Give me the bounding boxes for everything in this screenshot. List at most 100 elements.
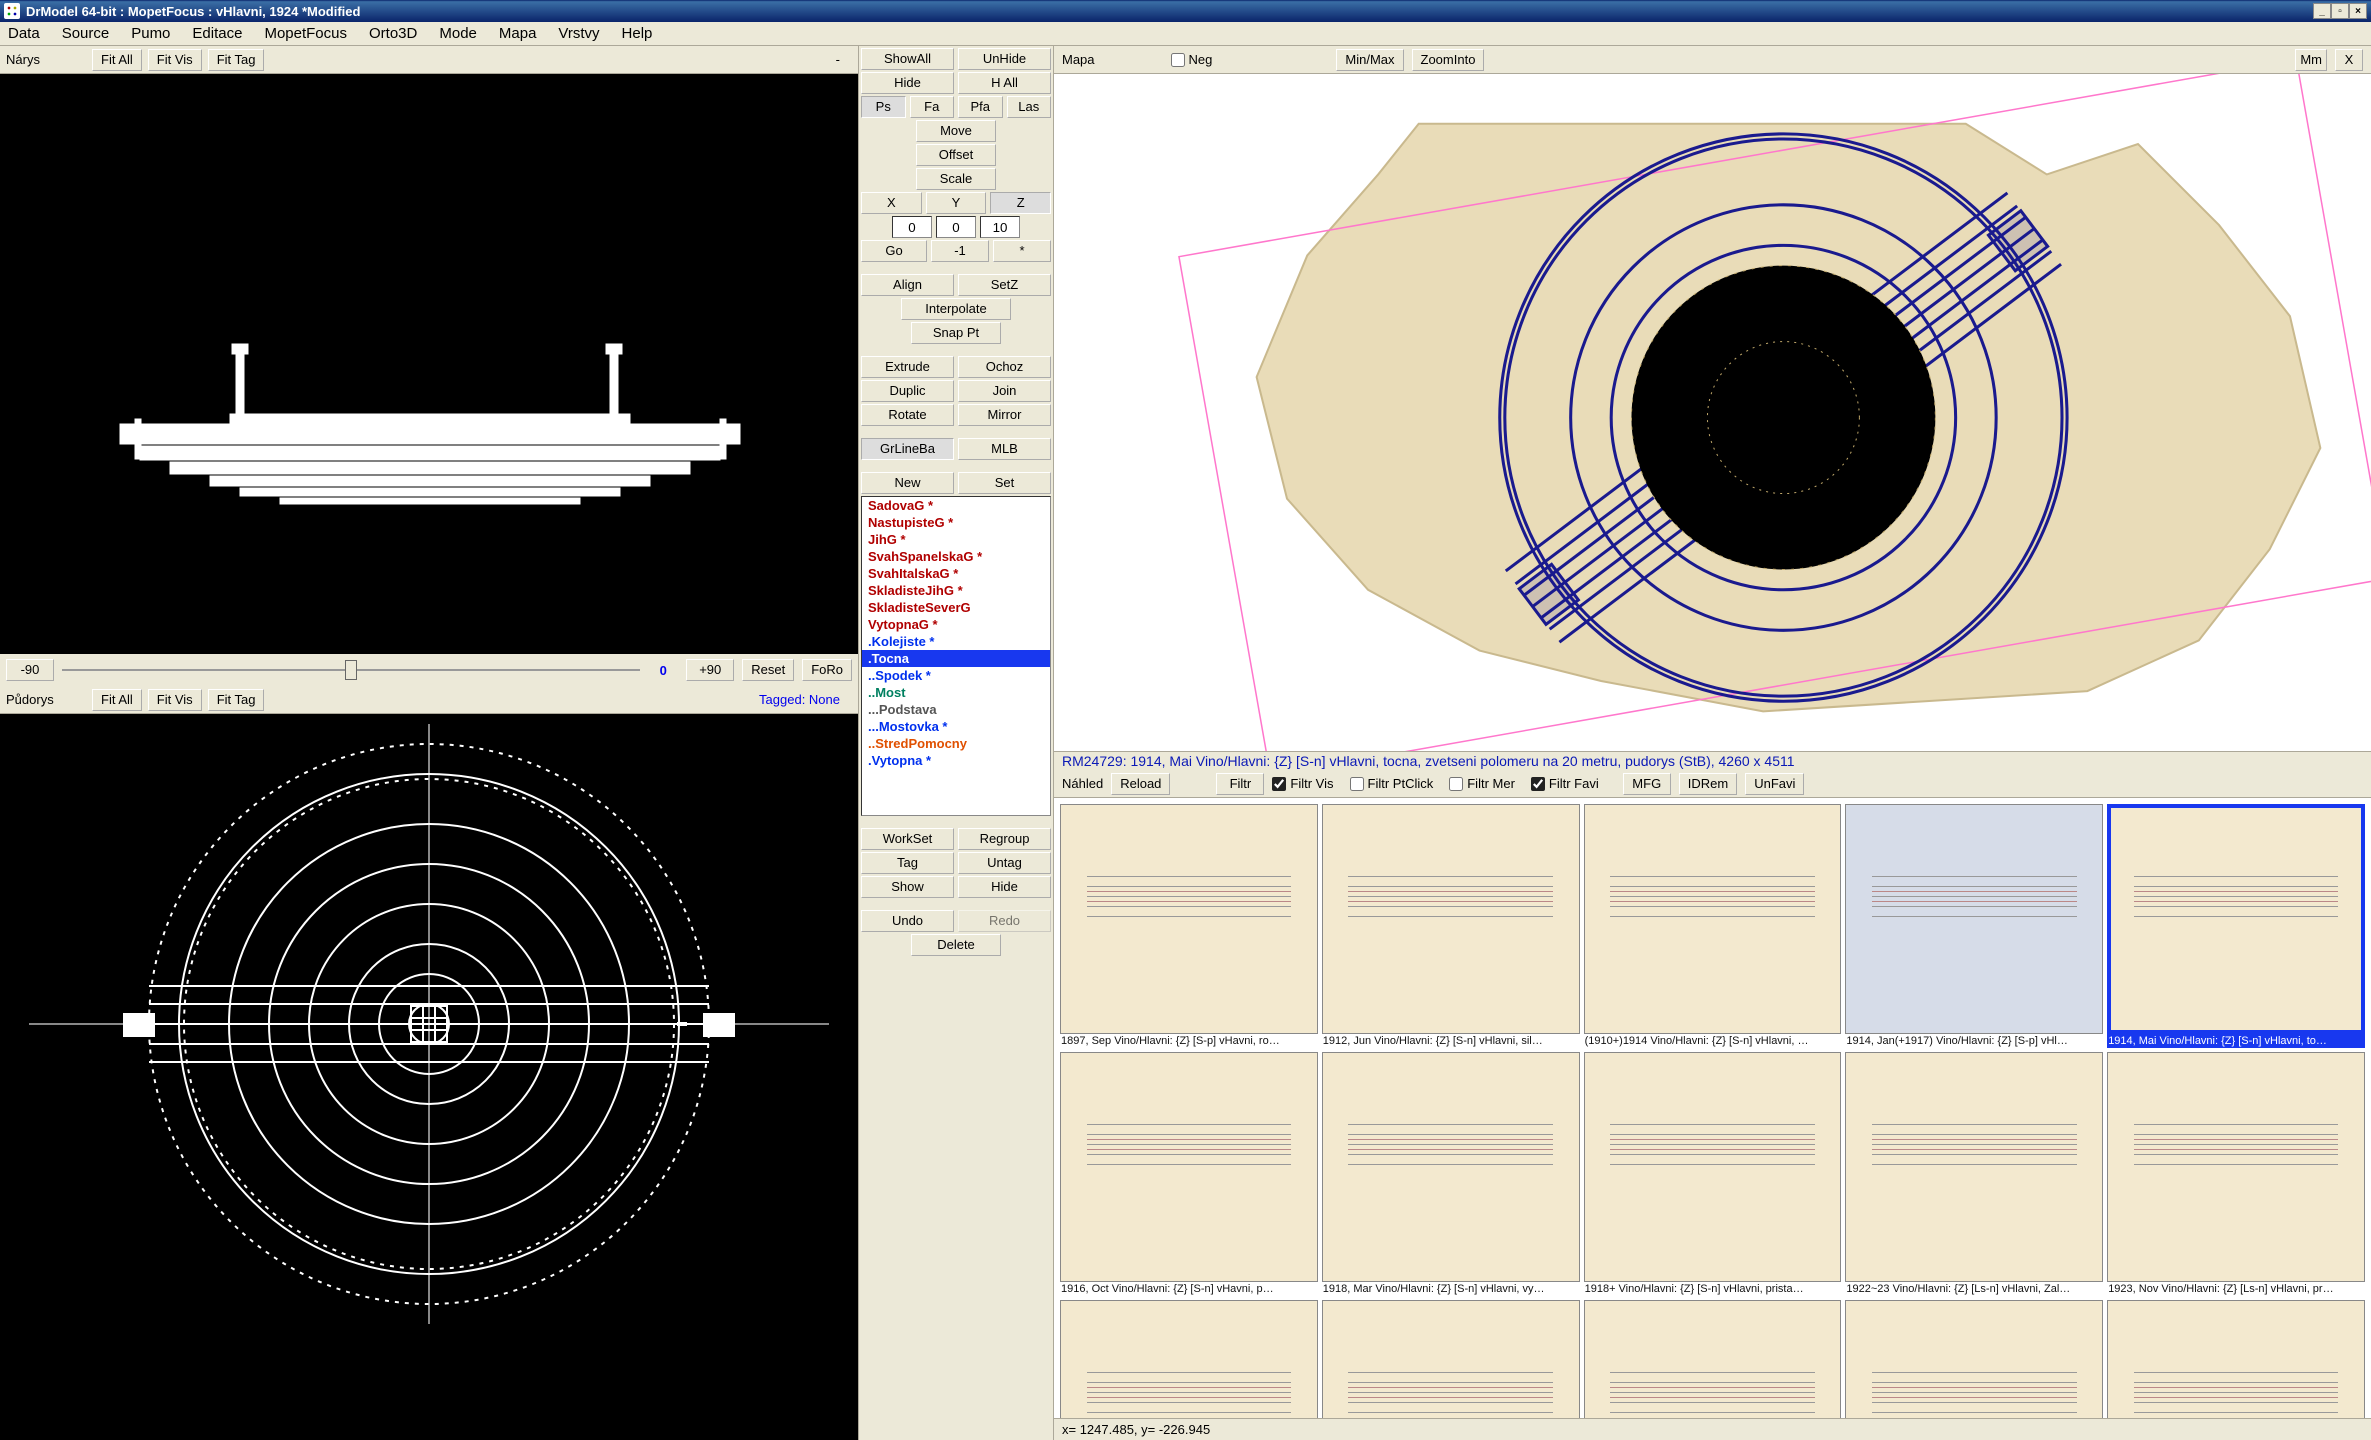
duplic-button[interactable]: Duplic <box>861 380 954 402</box>
thumbnail-cell[interactable]: 1914, Jan(+1917) Vino/Hlavni: {Z} [S-p] … <box>1845 804 2103 1048</box>
filtr-button[interactable]: Filtr <box>1216 773 1264 795</box>
rotate-reset-button[interactable]: Reset <box>742 659 794 681</box>
tree-item[interactable]: .Kolejiste * <box>862 633 1050 650</box>
idrem-button[interactable]: IDRem <box>1679 773 1737 795</box>
interpolate-button[interactable]: Interpolate <box>901 298 1011 320</box>
thumbnail-cell[interactable]: 1897, Sep Vino/Hlavni: {Z} [S-p] vHavni,… <box>1060 804 1318 1048</box>
thumbnail-image[interactable] <box>1845 1300 2103 1418</box>
tag-button[interactable]: Tag <box>861 852 954 874</box>
tree-item[interactable]: ..StredPomocny <box>862 735 1050 752</box>
mm-button[interactable]: Mm <box>2295 49 2327 71</box>
thumbnail-cell[interactable]: 1916, Oct Vino/Hlavni: {Z} [S-n] vHavni,… <box>1060 1052 1318 1296</box>
axis-y-button[interactable]: Y <box>926 192 987 214</box>
narys-fit-all[interactable]: Fit All <box>92 49 142 71</box>
thumbnail-cell[interactable]: 1918, Mar Vino/Hlavni: {Z} [S-n] vHlavni… <box>1322 1052 1580 1296</box>
filtr-favi-check[interactable]: Filtr Favi <box>1531 776 1599 791</box>
pudorys-fit-vis[interactable]: Fit Vis <box>148 689 202 711</box>
menu-vrstvy[interactable]: Vrstvy <box>558 25 599 42</box>
menu-orto3d[interactable]: Orto3D <box>369 25 417 42</box>
axis-x-button[interactable]: X <box>861 192 922 214</box>
new-button[interactable]: New <box>861 472 954 494</box>
offset-button[interactable]: Offset <box>916 144 996 166</box>
thumbnail-image[interactable] <box>1845 804 2103 1034</box>
thumbnail-image[interactable] <box>1322 1052 1580 1282</box>
extrude-button[interactable]: Extrude <box>861 356 954 378</box>
grlineba-button[interactable]: GrLineBa <box>861 438 954 460</box>
regroup-button[interactable]: Regroup <box>958 828 1051 850</box>
tree-item[interactable]: VytopnaG * <box>862 616 1050 633</box>
thumbnail-cell[interactable]: (1910+)1914 Vino/Hlavni: {Z} [S-n] vHlav… <box>1584 804 1842 1048</box>
rotate-button[interactable]: Rotate <box>861 404 954 426</box>
tree-item[interactable]: ...Mostovka * <box>862 718 1050 735</box>
rotate-minus90-button[interactable]: -90 <box>6 659 54 681</box>
hide2-button[interactable]: Hide <box>958 876 1051 898</box>
tree-item[interactable]: SkladisteJihG * <box>862 582 1050 599</box>
thumbnail-image[interactable] <box>1060 1052 1318 1282</box>
thumbnail-cell[interactable]: 1912, Jun Vino/Hlavni: {Z} [S-n] vHlavni… <box>1322 804 1580 1048</box>
tree-item[interactable]: .Vytopna * <box>862 752 1050 769</box>
thumbnail-cell[interactable] <box>1845 1300 2103 1418</box>
tree-item[interactable]: .Tocna <box>862 650 1050 667</box>
thumbnail-cell[interactable] <box>2107 1300 2365 1418</box>
menu-mapa[interactable]: Mapa <box>499 25 537 42</box>
menu-mode[interactable]: Mode <box>439 25 477 42</box>
rotate-slider[interactable] <box>62 659 640 681</box>
neg-checkbox[interactable]: Neg <box>1171 52 1213 67</box>
tree-item[interactable]: JihG * <box>862 531 1050 548</box>
thumbnail-image[interactable] <box>1845 1052 2103 1282</box>
setz-button[interactable]: SetZ <box>958 274 1051 296</box>
thumbnail-image[interactable] <box>1584 804 1842 1034</box>
tree-item[interactable]: ..Spodek * <box>862 667 1050 684</box>
mlb-button[interactable]: MLB <box>958 438 1051 460</box>
filtr-vis-check[interactable]: Filtr Vis <box>1272 776 1333 791</box>
show-button[interactable]: Show <box>861 876 954 898</box>
reload-button[interactable]: Reload <box>1111 773 1170 795</box>
thumbnail-cell[interactable]: 1922~23 Vino/Hlavni: {Z} [Ls-n] vHlavni,… <box>1845 1052 2103 1296</box>
y-input[interactable] <box>936 216 976 238</box>
thumbnail-image[interactable] <box>1060 1300 1318 1418</box>
tree-item[interactable]: NastupisteG * <box>862 514 1050 531</box>
axis-z-button[interactable]: Z <box>990 192 1051 214</box>
pudorys-fit-all[interactable]: Fit All <box>92 689 142 711</box>
redo-button[interactable]: Redo <box>958 910 1051 932</box>
hall-button[interactable]: H All <box>958 72 1051 94</box>
filtr-ptclick-check[interactable]: Filtr PtClick <box>1350 776 1434 791</box>
unfavi-button[interactable]: UnFavi <box>1745 773 1804 795</box>
thumbnail-image[interactable] <box>1060 804 1318 1034</box>
set-button[interactable]: Set <box>958 472 1051 494</box>
foro-button[interactable]: FoRo <box>802 659 852 681</box>
maximize-button[interactable]: ▫ <box>2331 3 2349 19</box>
join-button[interactable]: Join <box>958 380 1051 402</box>
menu-source[interactable]: Source <box>62 25 110 42</box>
thumbnail-cell[interactable] <box>1584 1300 1842 1418</box>
menu-pumo[interactable]: Pumo <box>131 25 170 42</box>
thumbnail-image[interactable] <box>1322 804 1580 1034</box>
narys-fit-tag[interactable]: Fit Tag <box>208 49 265 71</box>
thumbnail-image[interactable] <box>2107 804 2365 1034</box>
thumbnail-image[interactable] <box>1584 1052 1842 1282</box>
rotate-plus90-button[interactable]: +90 <box>686 659 734 681</box>
scale-button[interactable]: Scale <box>916 168 996 190</box>
thumbnail-cell[interactable] <box>1322 1300 1580 1418</box>
mfg-button[interactable]: MFG <box>1623 773 1671 795</box>
showall-button[interactable]: ShowAll <box>861 48 954 70</box>
thumbnail-cell[interactable]: 1914, Mai Vino/Hlavni: {Z} [S-n] vHlavni… <box>2107 804 2365 1048</box>
map-canvas[interactable] <box>1054 74 2371 751</box>
z-input[interactable] <box>980 216 1020 238</box>
close-button[interactable]: × <box>2349 3 2367 19</box>
narys-viewport[interactable] <box>0 74 858 654</box>
hide-button[interactable]: Hide <box>861 72 954 94</box>
neg1-button[interactable]: -1 <box>931 240 989 262</box>
align-button[interactable]: Align <box>861 274 954 296</box>
narys-fit-vis[interactable]: Fit Vis <box>148 49 202 71</box>
group-tree[interactable]: SadovaG *NastupisteG *JihG *SvahSpanelsk… <box>861 496 1051 816</box>
las-button[interactable]: Las <box>1007 96 1052 118</box>
ps-button[interactable]: Ps <box>861 96 906 118</box>
zoominto-button[interactable]: ZoomInto <box>1412 49 1485 71</box>
x-input[interactable] <box>892 216 932 238</box>
menu-data[interactable]: Data <box>8 25 40 42</box>
thumbnail-image[interactable] <box>1584 1300 1842 1418</box>
minimize-button[interactable]: _ <box>2313 3 2331 19</box>
tree-item[interactable]: SvahSpanelskaG * <box>862 548 1050 565</box>
menu-editace[interactable]: Editace <box>192 25 242 42</box>
